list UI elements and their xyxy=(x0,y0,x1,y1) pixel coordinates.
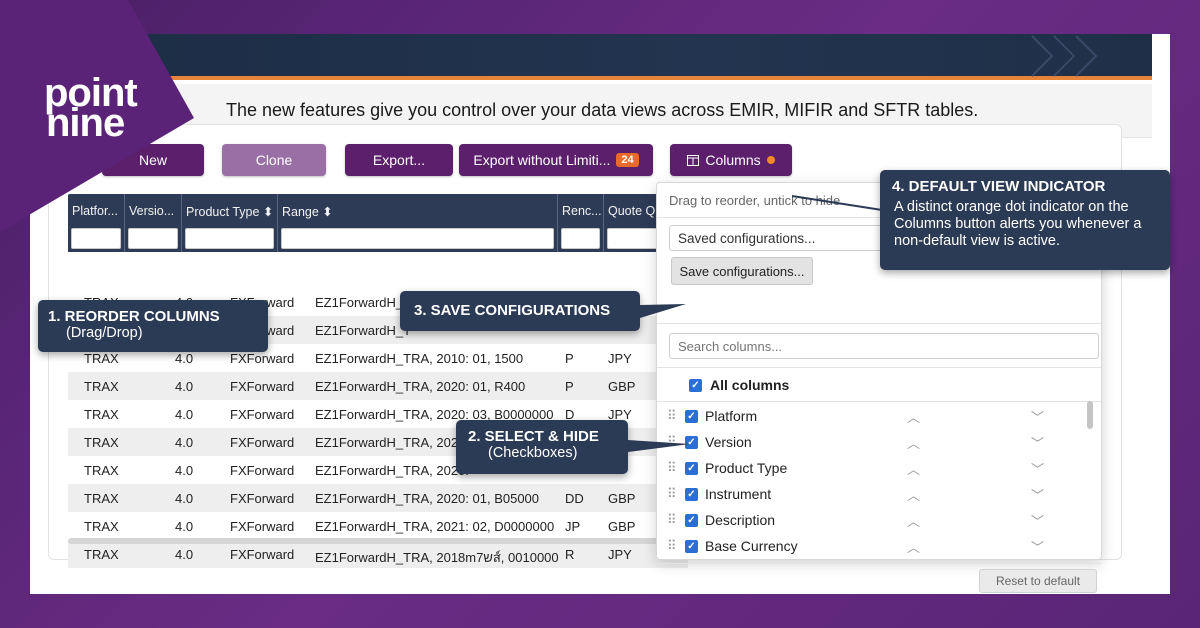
logo-line-2: nine xyxy=(46,101,125,145)
brand-logo: point nine xyxy=(44,73,138,145)
